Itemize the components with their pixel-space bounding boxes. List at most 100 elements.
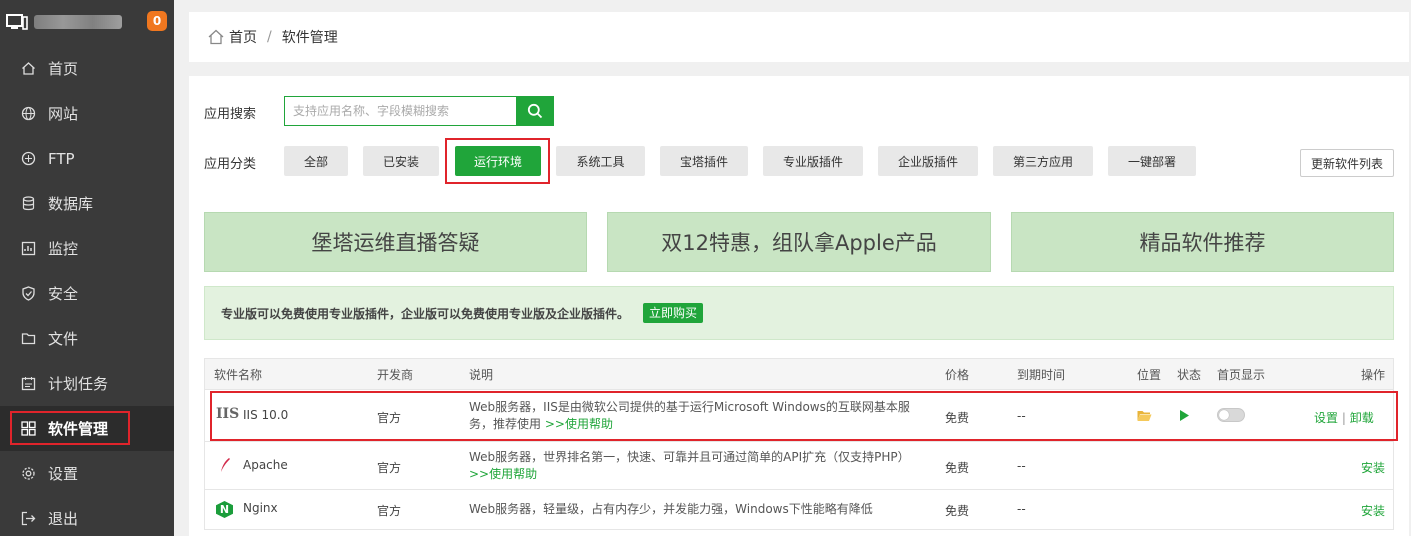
description-line-2: 务，推荐使用 >>使用帮助	[469, 416, 929, 433]
buy-now-button[interactable]: 立即购买	[643, 303, 704, 323]
sidebar-item-label: 退出	[48, 510, 79, 528]
category-enterprise-plugins[interactable]: 企业版插件	[878, 146, 978, 176]
category-pro-plugins[interactable]: 专业版插件	[763, 146, 863, 176]
category-third-party[interactable]: 第三方应用	[993, 146, 1093, 176]
table-row: Apache 官方 Web服务器，世界排名第一，快速、可靠并且可通过简单的API…	[204, 442, 1394, 490]
col-expire: 到期时间	[1017, 368, 1066, 382]
sidebar-item-database[interactable]: 数据库	[0, 181, 174, 226]
breadcrumb-home[interactable]: 首页	[229, 27, 257, 47]
install-link[interactable]: 安装	[1361, 502, 1385, 519]
folder-icon	[20, 331, 36, 347]
search-button[interactable]	[516, 96, 554, 126]
price: 免费	[945, 504, 970, 518]
notice-text: 专业版可以免费使用专业版插件，企业版可以免费使用专业版及企业版插件。	[221, 306, 630, 321]
server-header: 0	[0, 0, 174, 44]
home-icon	[20, 61, 36, 77]
sidebar-item-label: 数据库	[48, 195, 94, 213]
category-bt-plugins[interactable]: 宝塔插件	[660, 146, 748, 176]
notice-bar: 专业版可以免费使用专业版插件，企业版可以免费使用专业版及企业版插件。 立即购买	[204, 286, 1394, 340]
software-name: IIS 10.0	[243, 408, 289, 422]
software-table: 软件名称 开发商 说明 价格 到期时间 位置 状态 首页显示 操作 IIS II…	[204, 358, 1394, 530]
ftp-icon	[20, 151, 36, 167]
sidebar-item-label: 监控	[48, 240, 79, 258]
sidebar-item-website[interactable]: 网站	[0, 91, 174, 136]
description: Web服务器，世界排名第一，快速、可靠并且可通过简单的API扩充（仅支持PHP）…	[469, 449, 939, 483]
description: Web服务器，IIS是由微软公司提供的基于运行Microsoft Windows…	[469, 399, 929, 433]
breadcrumb-current: 软件管理	[281, 30, 338, 46]
software-name: Nginx	[243, 501, 278, 515]
sidebar-item-label: 文件	[48, 330, 79, 348]
sidebar-item-cron[interactable]: 计划任务	[0, 361, 174, 406]
logout-icon	[20, 511, 36, 527]
shield-icon	[20, 286, 36, 302]
search-icon	[527, 103, 543, 119]
sidebar-item-ftp[interactable]: FTP	[0, 136, 174, 181]
globe-icon	[20, 106, 36, 122]
description: Web服务器，轻量级，占有内存少，并发能力强，Windows下性能略有降低	[469, 502, 873, 516]
sidebar-item-settings[interactable]: 设置	[0, 451, 174, 496]
folder-icon[interactable]	[1137, 409, 1152, 425]
play-icon[interactable]	[1179, 409, 1190, 425]
developer: 官方	[377, 461, 402, 475]
category-all[interactable]: 全部	[284, 146, 348, 176]
price: 免费	[945, 461, 970, 475]
sidebar-item-label: 首页	[48, 60, 79, 78]
settings-link[interactable]: 设置	[1314, 411, 1338, 425]
description-line: Web服务器，世界排名第一，快速、可靠并且可通过简单的API扩充（仅支持PHP）	[469, 450, 910, 464]
highlight-box	[10, 411, 130, 445]
table-header: 软件名称 开发商 说明 价格 到期时间 位置 状态 首页显示 操作	[204, 358, 1394, 390]
developer: 官方	[377, 411, 402, 425]
price: 免费	[945, 411, 970, 425]
banner-live-qa[interactable]: 堡塔运维直播答疑	[204, 212, 587, 272]
col-description: 说明	[469, 368, 494, 382]
category-one-click-deploy[interactable]: 一键部署	[1108, 146, 1196, 176]
sidebar-item-logout[interactable]: 退出	[0, 496, 174, 536]
sidebar: 0 首页 网站 FTP 数据库 监控 安全 文件 计划任务 软件管理 设置 退出	[0, 0, 174, 536]
expire-time: --	[1017, 459, 1026, 473]
row-actions: 设置 | 卸载	[1314, 409, 1374, 426]
col-location: 位置	[1137, 368, 1162, 382]
sidebar-item-label: 设置	[48, 465, 79, 483]
notification-badge[interactable]: 0	[147, 11, 167, 31]
database-icon	[20, 196, 36, 212]
table-row: N Nginx 官方 Web服务器，轻量级，占有内存少，并发能力强，Window…	[204, 490, 1394, 530]
search-input[interactable]	[284, 96, 516, 126]
category-system-tools[interactable]: 系统工具	[556, 146, 645, 176]
sidebar-item-monitor[interactable]: 监控	[0, 226, 174, 271]
home-display-toggle[interactable]	[1217, 408, 1245, 422]
description-text: 务，推荐使用	[469, 417, 542, 431]
col-name: 软件名称	[214, 368, 263, 382]
calendar-icon	[20, 376, 36, 392]
description-line: Web服务器，IIS是由微软公司提供的基于运行Microsoft Windows…	[469, 400, 910, 414]
sidebar-item-home[interactable]: 首页	[0, 46, 174, 91]
banner-recommended[interactable]: 精品软件推荐	[1011, 212, 1394, 272]
sidebar-item-software[interactable]: 软件管理	[0, 406, 174, 451]
gear-icon	[20, 466, 36, 482]
uninstall-link[interactable]: 卸载	[1350, 411, 1374, 425]
search-label: 应用搜索	[204, 107, 257, 122]
toggle-knob	[1219, 410, 1229, 420]
help-link[interactable]: >>使用帮助	[469, 466, 939, 483]
sidebar-item-files[interactable]: 文件	[0, 316, 174, 361]
sidebar-item-security[interactable]: 安全	[0, 271, 174, 316]
software-panel: 应用搜索 应用分类 全部 已安装 运行环境 系统工具 宝塔插件 专业版插件 企业…	[189, 76, 1409, 536]
col-price: 价格	[945, 368, 970, 382]
iis-icon: IIS	[216, 406, 240, 422]
search-box	[284, 96, 554, 126]
category-installed[interactable]: 已安装	[363, 146, 439, 176]
server-name-blurred	[34, 15, 122, 29]
nginx-icon: N	[216, 501, 233, 518]
monitor-chart-icon	[20, 241, 36, 257]
refresh-list-button[interactable]: 更新软件列表	[1300, 149, 1394, 177]
breadcrumb-separator: /	[267, 29, 272, 45]
help-link[interactable]: >>使用帮助	[545, 417, 613, 431]
category-label: 应用分类	[204, 157, 257, 172]
home-icon[interactable]	[207, 28, 225, 46]
sidebar-item-label: 计划任务	[48, 375, 109, 393]
developer: 官方	[377, 504, 402, 518]
install-link[interactable]: 安装	[1361, 459, 1385, 476]
banner-promo[interactable]: 双12特惠，组队拿Apple产品	[607, 212, 991, 272]
col-status: 状态	[1177, 368, 1202, 382]
action-separator: |	[1341, 411, 1346, 425]
monitor-icon	[6, 14, 28, 30]
